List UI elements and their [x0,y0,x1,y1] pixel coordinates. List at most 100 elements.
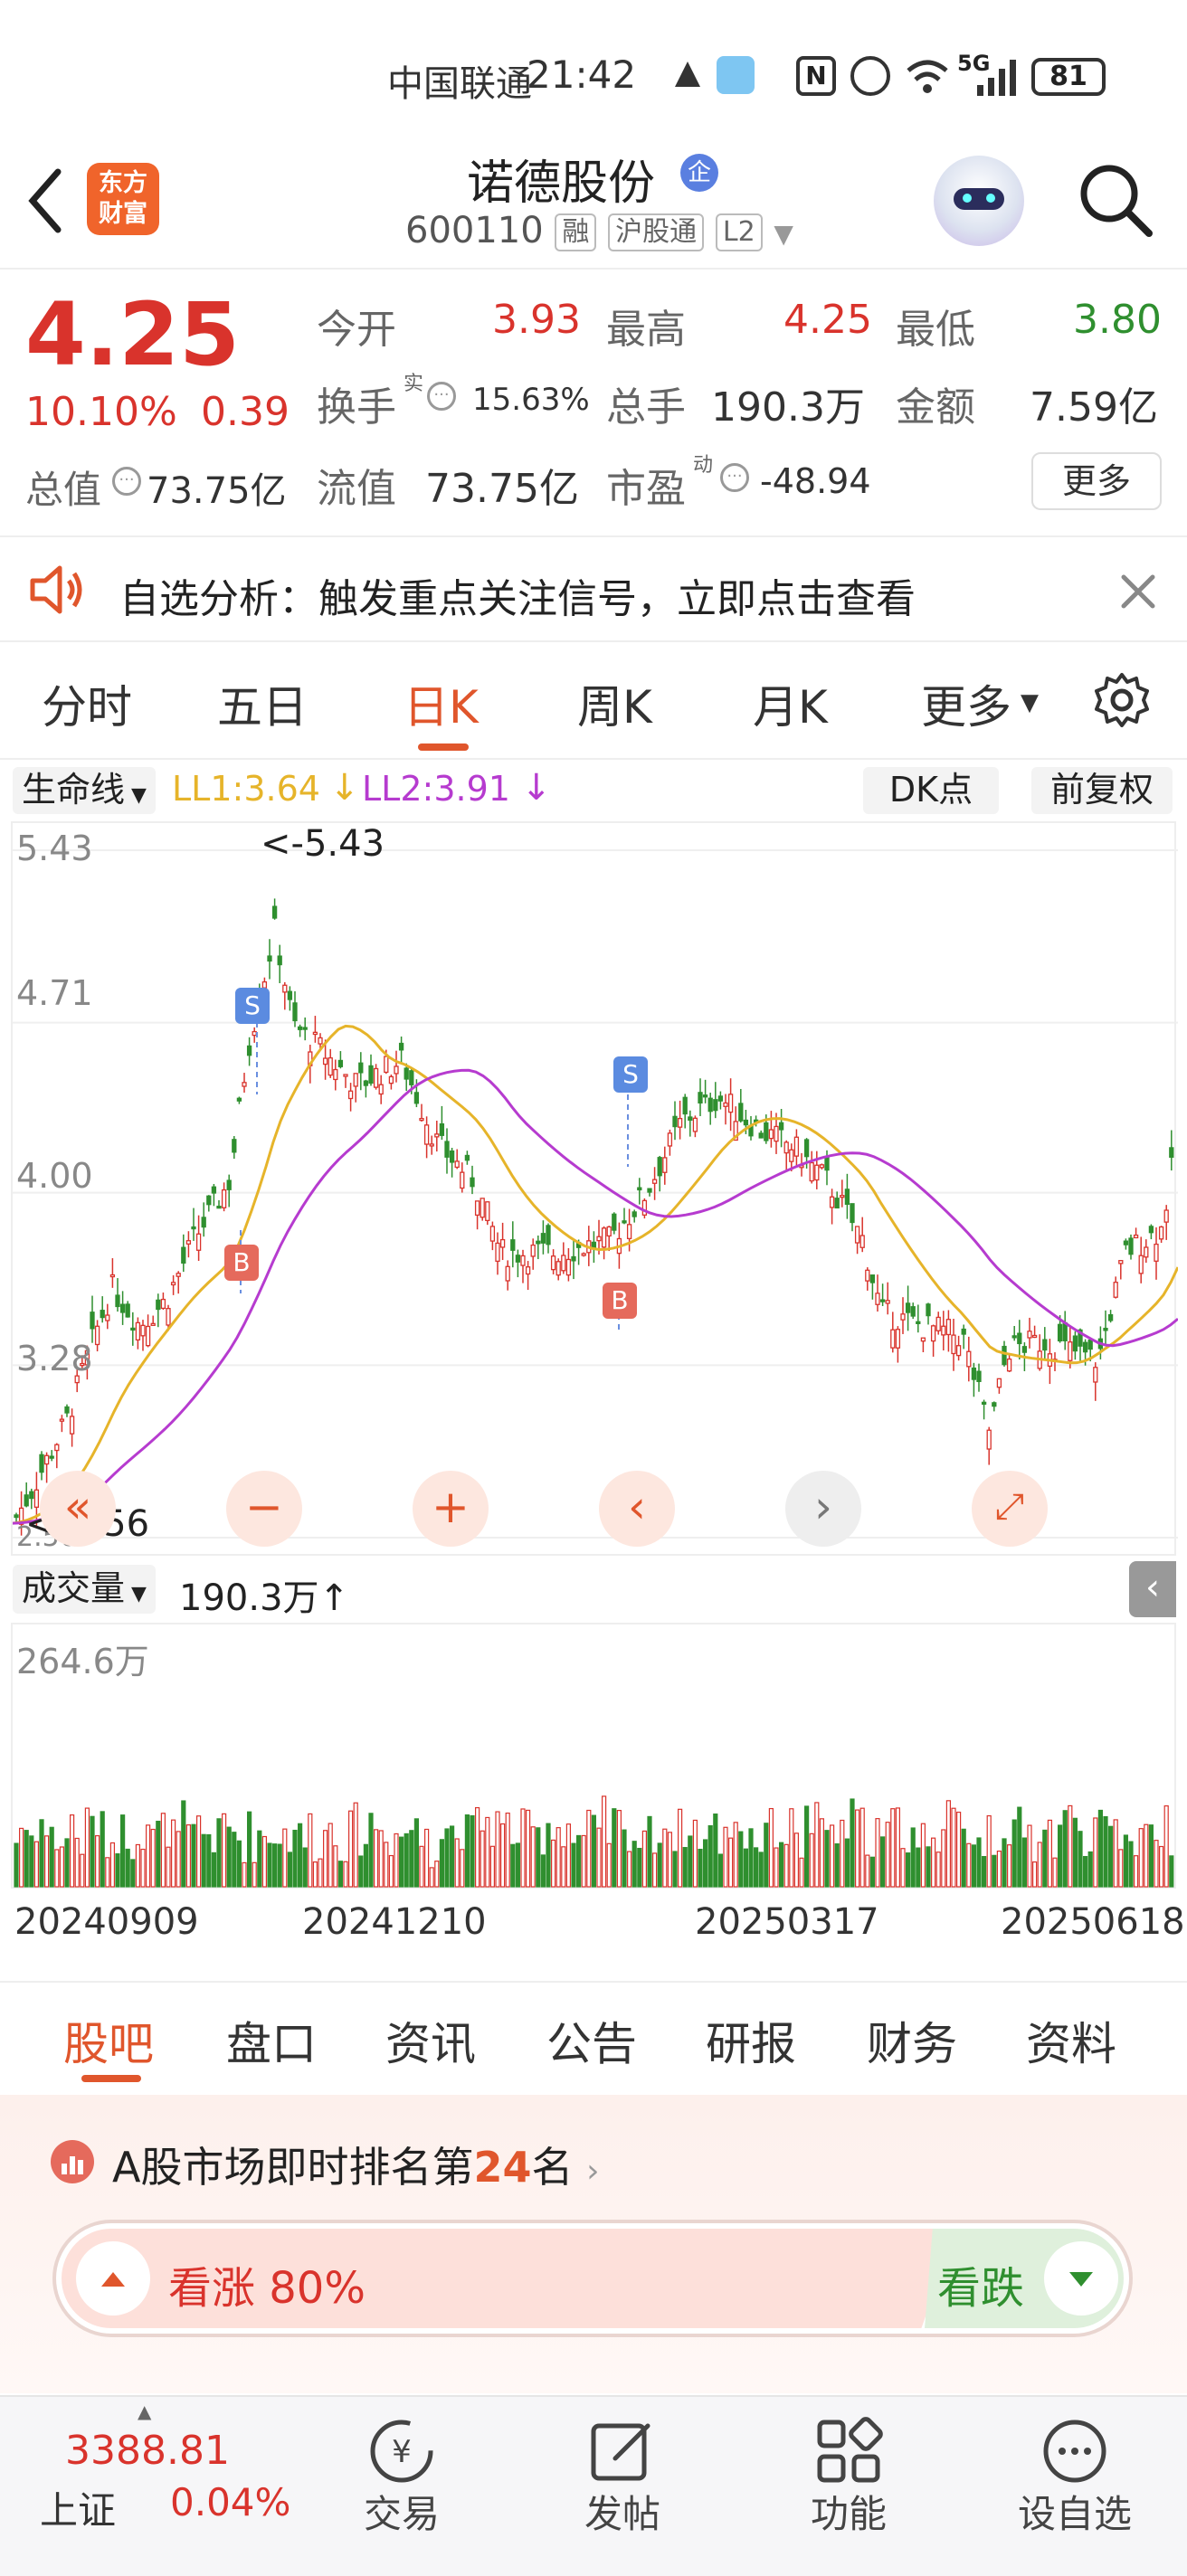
nav-functions[interactable]: 功能 [776,2484,921,2539]
buy-signal[interactable]: B [224,1245,259,1281]
bullish-button[interactable] [76,2241,150,2316]
tab-announcements[interactable]: 公告 [546,2008,637,2073]
volume-bar [475,1806,480,1888]
candle-body [1002,1345,1007,1366]
settings-gear-icon[interactable] [1093,671,1151,729]
float-label: 流值 [317,466,396,512]
index-change[interactable]: 0.04% [170,2480,290,2524]
index-value[interactable]: 3388.81 [65,2428,230,2474]
zoom-in-button[interactable]: + [413,1471,489,1547]
volume-bar [520,1808,526,1888]
volume-max-label: 264.6万 [16,1642,149,1681]
pan-left-button[interactable]: ‹ [599,1471,675,1547]
volume-bar [287,1852,292,1888]
search-icon[interactable] [1077,161,1154,239]
info-icon[interactable]: ··· [427,382,456,411]
volume-bar [333,1845,338,1888]
nav-trade[interactable]: 交易 [329,2484,474,2539]
dropdown-arrow-icon[interactable]: ▼ [774,219,793,249]
tab-forum[interactable]: 股吧 [63,2008,154,2073]
volume-bar [641,1830,648,1888]
volume-bar [778,1842,784,1888]
candle-body [850,1203,855,1224]
app-logo[interactable]: 东方 财富 [87,163,159,235]
more-dots-icon[interactable] [1040,2417,1109,2486]
buy-signal[interactable]: B [603,1283,637,1319]
volume-bar [388,1854,394,1888]
indicator-select[interactable]: 生命线 ▼ [13,767,156,814]
robot-assistant-icon[interactable] [934,156,1024,246]
ranking-text[interactable]: A股市场即时排名第24名 › [112,2135,600,2194]
bearish-button[interactable] [1044,2241,1118,2316]
zoom-out-button[interactable]: − [226,1471,302,1547]
candle-body [1169,1147,1174,1158]
tab-financials[interactable]: 财务 [867,2008,957,2073]
volume-bar [550,1839,556,1888]
volume-bar [460,1849,465,1888]
tab-monthly-k[interactable]: 月K [753,671,828,736]
kline-chart[interactable]: 5.43 4.71 4.00 3.28 2.56 <-5.43 <-2.56 S… [11,821,1178,1556]
fullscreen-button[interactable]: ⤢ [972,1471,1048,1547]
tab-orderbook[interactable]: 盘口 [226,2008,317,2073]
volume-bar [688,1835,693,1888]
volume-bar [738,1831,744,1888]
volume-bar [429,1867,434,1888]
candle-body [647,1188,652,1193]
dk-point-button[interactable]: DK点 [863,767,999,814]
trade-icon[interactable]: ¥ [366,2415,438,2487]
signal-icon [975,58,1019,96]
tab-daily-k[interactable]: 日K [404,671,479,736]
index-name[interactable]: 上证 [40,2480,116,2535]
candle-body [1011,1335,1017,1339]
post-icon[interactable] [588,2417,657,2486]
volume-bar [803,1805,810,1888]
volume-chart[interactable]: 264.6万 [11,1623,1176,1889]
candle-body [672,1115,678,1128]
sell-signal[interactable]: S [613,1056,648,1093]
volume-bar [176,1831,181,1888]
volume-bar [809,1833,814,1888]
volume-bar [308,1813,313,1888]
more-button[interactable]: 更多 [1031,452,1162,510]
candle-body [844,1189,850,1206]
info-icon[interactable]: ··· [112,467,141,496]
nav-add-watchlist[interactable]: 设自选 [1002,2484,1147,2539]
pan-right-button[interactable]: › [785,1471,861,1547]
info-icon[interactable]: ··· [720,463,749,492]
volume-bar [191,1823,196,1888]
tab-research[interactable]: 研报 [706,2008,796,2073]
candle-body [910,1306,916,1317]
candle-body [536,1240,541,1245]
tab-news[interactable]: 资讯 [385,2008,476,2073]
volume-bar [160,1813,166,1888]
candle-body [211,1186,217,1194]
sell-signal[interactable]: S [235,988,270,1024]
stock-header: 东方 财富 诺德股份 企 600110 融 沪股通 L2 ▼ [0,136,1187,270]
analysis-banner[interactable]: 自选分析：触发重点关注信号，立即点击查看 [0,535,1187,642]
functions-grid-icon[interactable] [814,2417,883,2486]
tab-more[interactable]: 更多 [921,671,1011,736]
adjust-button[interactable]: 前复权 [1031,767,1173,814]
collapse-panel-icon[interactable]: ‹ [1129,1561,1176,1617]
tab-intraday[interactable]: 分时 [42,671,132,736]
tab-five-day[interactable]: 五日 [217,671,308,736]
volume-indicator-select[interactable]: 成交量 ▼ [13,1565,156,1614]
volume-current: 190.3万↑ [179,1577,350,1619]
volume-bar [292,1829,298,1888]
volume-bar [941,1829,946,1888]
volume-bar [926,1846,931,1888]
nav-post[interactable]: 发帖 [550,2484,695,2539]
tab-weekly-k[interactable]: 周K [577,671,652,736]
volume-bar [464,1814,470,1888]
tab-profile[interactable]: 资料 [1026,2008,1116,2073]
back-icon[interactable] [24,165,69,237]
candle-body [905,1302,911,1313]
candle-body [885,1300,890,1304]
caret-down-icon[interactable]: ▼ [1021,689,1039,716]
volume-bar [626,1851,632,1888]
close-icon[interactable] [1118,572,1158,611]
volume-bar [1027,1824,1032,1888]
bullish-label: 看涨 80% [168,2263,366,2314]
pan-start-button[interactable]: « [40,1471,116,1547]
candle-body [651,1179,658,1184]
